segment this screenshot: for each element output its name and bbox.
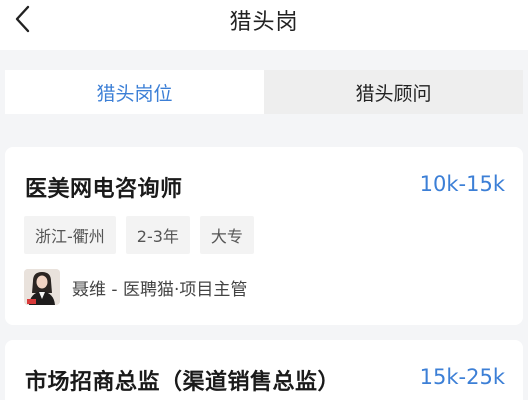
job-tags: 浙江-衢州 2-3年 大专 — [24, 216, 254, 254]
education-tag: 大专 — [199, 216, 254, 254]
tab-headhunter-jobs[interactable]: 猎头岗位 — [5, 70, 264, 114]
job-card[interactable]: 医美网电咨询师 10k-15k 浙江-衢州 2-3年 大专 聂维 - 医聘猫·项… — [5, 147, 523, 325]
salary-range: 10k-15k — [419, 172, 505, 196]
job-title: 市场招商总监（渠道销售总监） — [25, 370, 341, 395]
tab-headhunter-consultants[interactable]: 猎头顾问 — [264, 70, 523, 114]
job-title: 医美网电咨询师 — [25, 177, 183, 202]
recruiter-info: 聂维 - 医聘猫·项目主管 — [24, 269, 247, 305]
tab-bar: 猎头岗位 猎头顾问 — [5, 70, 523, 114]
salary-range: 15k-25k — [419, 365, 505, 389]
experience-tag: 2-3年 — [125, 216, 190, 254]
recruiter-name: 聂维 - 医聘猫·项目主管 — [72, 279, 248, 300]
location-tag: 浙江-衢州 — [24, 216, 116, 254]
top-bar: 猎头岗 — [0, 0, 528, 50]
avatar — [24, 269, 60, 305]
job-card[interactable]: 市场招商总监（渠道销售总监） 15k-25k — [5, 340, 523, 400]
page-title: 猎头岗 — [229, 10, 299, 35]
